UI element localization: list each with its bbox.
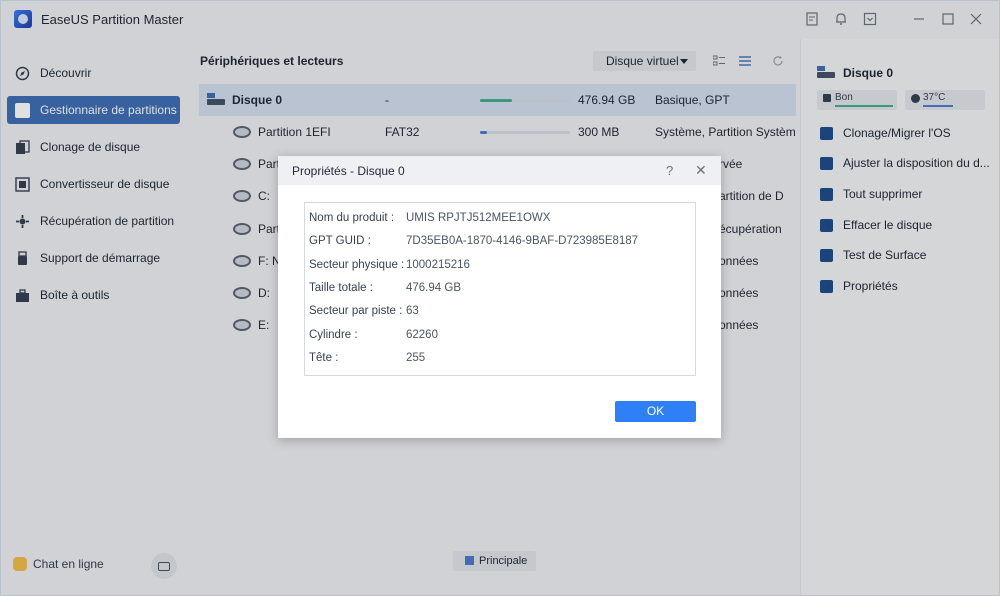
property-value: 1000215216 (406, 259, 470, 271)
property-value: 63 (406, 305, 419, 317)
dialog-close-icon[interactable]: ✕ (695, 162, 707, 179)
property-key: Secteur par piste : (309, 305, 403, 317)
property-key: Tête : (309, 352, 339, 364)
property-key: GPT GUID : (309, 235, 371, 247)
property-row: Nom du produit : UMIS RPJTJ512MEE1OWX (309, 212, 693, 228)
property-row: Taille totale : 476.94 GB (309, 282, 693, 298)
dialog-title: Propriétés - Disque 0 (292, 164, 405, 178)
property-row: Secteur par piste : 63 (309, 305, 693, 321)
properties-list: Nom du produit : UMIS RPJTJ512MEE1OWX GP… (304, 202, 696, 376)
property-value: 7D35EB0A-1870-4146-9BAF-D723985E8187 (406, 235, 639, 247)
property-key: Taille totale : (309, 282, 373, 294)
property-value: 476.94 GB (406, 282, 461, 294)
property-key: Cylindre : (309, 329, 358, 341)
property-key: Nom du produit : (309, 212, 395, 224)
properties-dialog: Propriétés - Disque 0 ? ✕ Nom du produit… (278, 156, 721, 438)
property-value: UMIS RPJTJ512MEE1OWX (406, 212, 551, 224)
ok-button[interactable]: OK (615, 401, 696, 422)
property-row: Cylindre : 62260 (309, 329, 693, 345)
property-row: GPT GUID : 7D35EB0A-1870-4146-9BAF-D7239… (309, 235, 693, 251)
property-value: 62260 (406, 329, 438, 341)
property-row: Secteur physique : 1000215216 (309, 259, 693, 275)
property-value: 255 (406, 352, 426, 364)
dialog-header: Propriétés - Disque 0 ? ✕ (278, 156, 721, 185)
property-row: Tête : 255 (309, 352, 693, 368)
property-key: Secteur physique : (309, 259, 405, 271)
help-icon[interactable]: ? (666, 163, 673, 178)
